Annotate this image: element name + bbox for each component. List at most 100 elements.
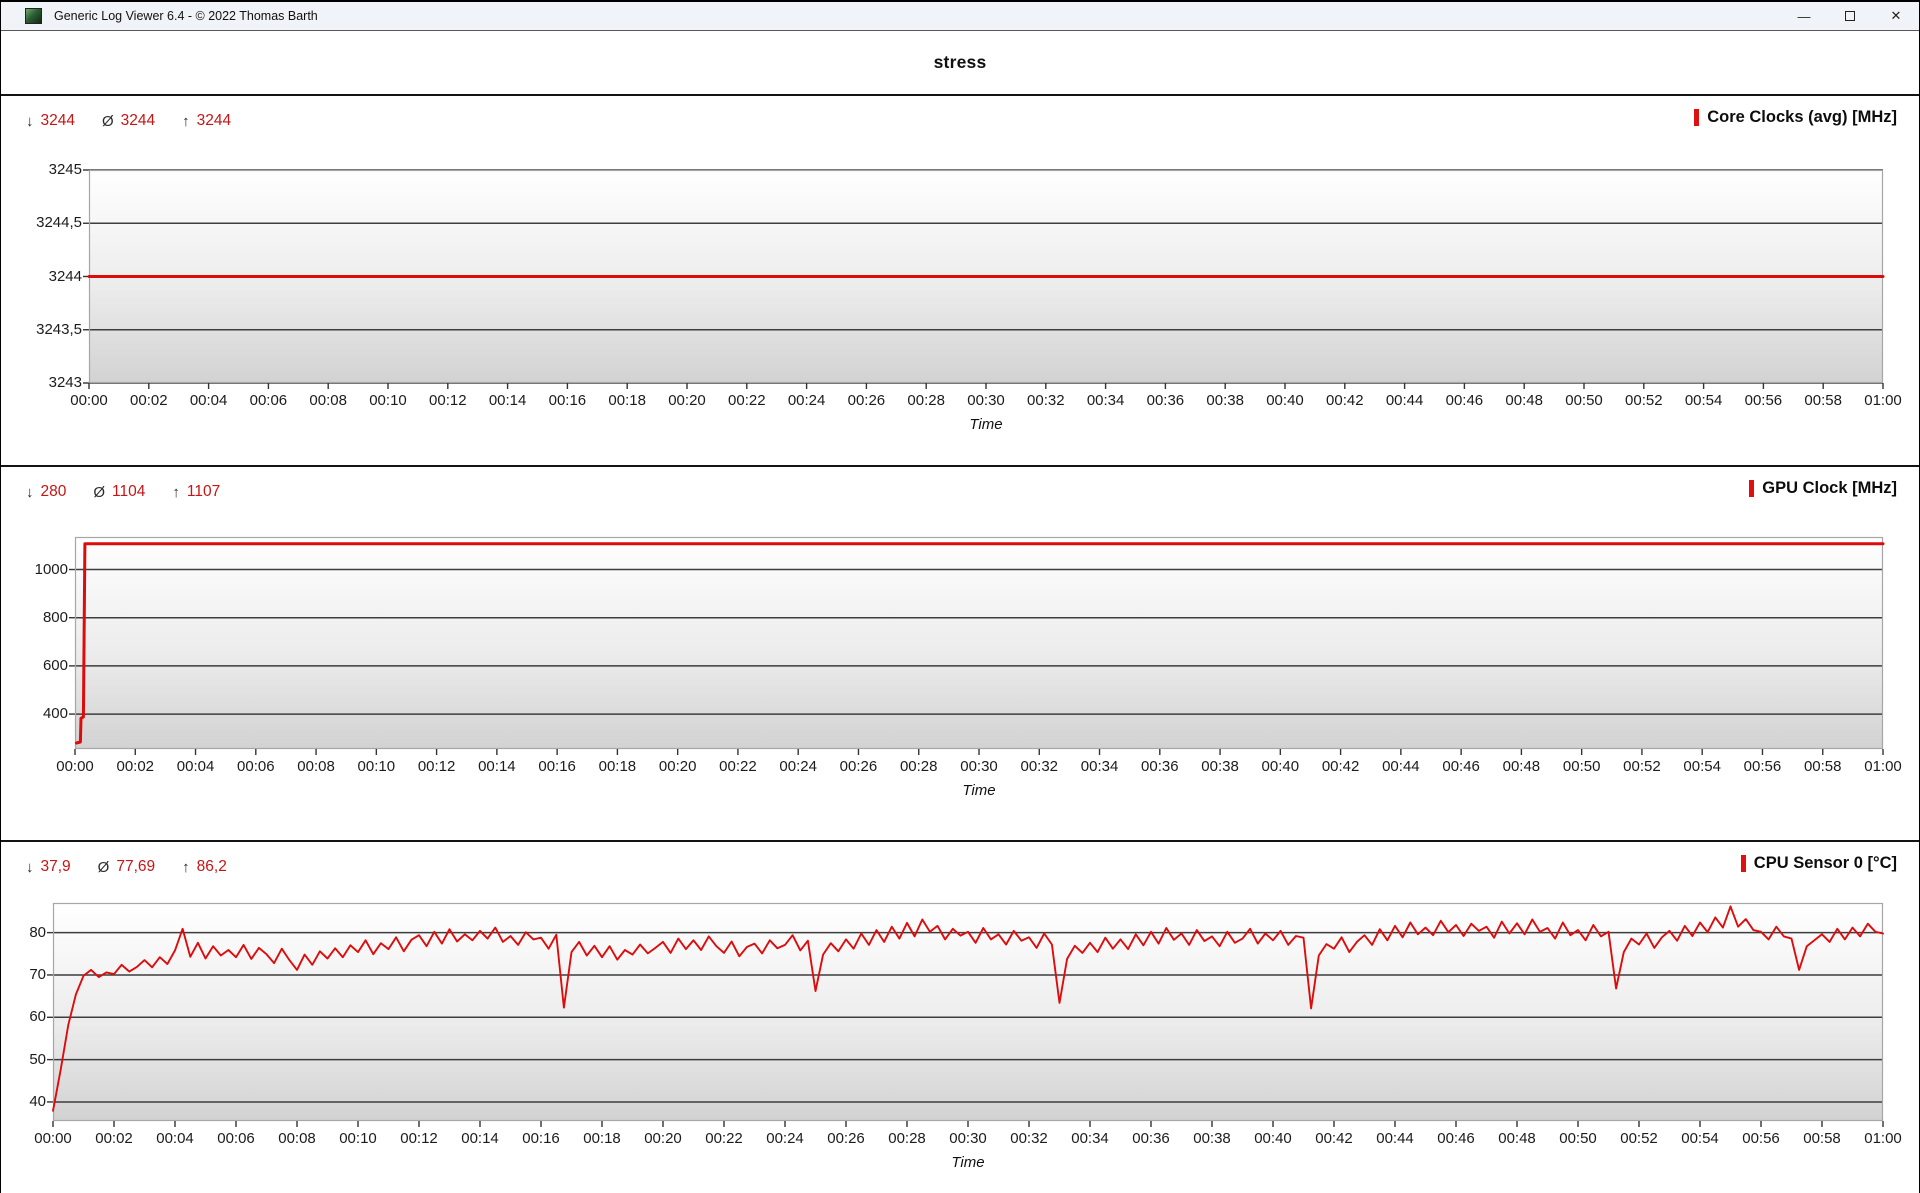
arrow-up-icon: ↑ [182, 859, 190, 876]
window-title: Generic Log Viewer 6.4 - © 2022 Thomas B… [54, 9, 318, 23]
x-tick-label: 00:12 [429, 392, 467, 409]
average-icon: Ø [98, 859, 110, 876]
series-color-marker [1741, 855, 1746, 872]
y-tick-label: 600 [43, 657, 68, 674]
chart-panel-cpu-sensor: ↓37,9 Ø 77,69 ↑86,2 CPU Sensor 0 [°C] 80 7… [1, 840, 1919, 1193]
y-tick-label: 80 [29, 924, 46, 941]
min-value: 3244 [41, 112, 75, 130]
x-tick-label: 00:22 [728, 392, 766, 409]
x-tick-label: 00:32 [1027, 392, 1065, 409]
x-tick-label: 00:12 [418, 758, 456, 775]
x-tick-label: 00:38 [1201, 758, 1239, 775]
minimize-button[interactable]: — [1781, 2, 1827, 30]
x-tick-label: 00:22 [705, 1130, 743, 1147]
x-tick-label: 00:18 [608, 392, 646, 409]
x-tick-label: 00:46 [1437, 1130, 1475, 1147]
x-tick-label: 00:20 [659, 758, 697, 775]
x-tick-label: 00:36 [1132, 1130, 1170, 1147]
x-tick-label: 00:24 [779, 758, 817, 775]
max-stat: ↑1107 [172, 483, 220, 501]
x-tick-label: 00:06 [217, 1130, 255, 1147]
x-tick-label: 00:26 [840, 758, 878, 775]
x-axis-title: Time [89, 416, 1883, 433]
x-tick-label: 00:16 [538, 758, 576, 775]
average-icon: Ø [93, 484, 105, 501]
legend-label: CPU Sensor 0 [°C] [1754, 854, 1897, 873]
window-controls: — ✕ [1781, 2, 1919, 30]
x-tick-label: 00:44 [1382, 758, 1420, 775]
max-stat: ↑86,2 [182, 858, 227, 876]
y-tick-label: 3245 [49, 161, 82, 178]
x-tick-label: 00:38 [1206, 392, 1244, 409]
x-tick-label: 00:26 [827, 1130, 865, 1147]
x-tick-label: 00:46 [1446, 392, 1484, 409]
stats-row: ↓37,9 Ø 77,69 ↑86,2 [26, 858, 227, 876]
x-tick-label: 00:08 [278, 1130, 316, 1147]
y-axis-labels: 32453244,532443243,53243 [1, 170, 89, 383]
legend: GPU Clock [MHz] [1749, 479, 1897, 498]
legend: CPU Sensor 0 [°C] [1741, 854, 1897, 873]
plot-area[interactable] [75, 537, 1883, 749]
x-tick-label: 00:32 [1010, 1130, 1048, 1147]
max-value: 3244 [197, 112, 231, 130]
chart-panel-core-clocks: ↓3244 Ø3244 ↑3244 Core Clocks (avg) [MHz… [1, 94, 1919, 465]
maximize-button[interactable] [1827, 2, 1873, 30]
avg-value: 3244 [121, 112, 155, 130]
x-tick-label: 00:50 [1559, 1130, 1597, 1147]
x-tick-label: 00:14 [461, 1130, 499, 1147]
app-icon [25, 8, 42, 24]
close-button[interactable]: ✕ [1873, 2, 1919, 30]
x-tick-label: 00:28 [900, 758, 938, 775]
x-tick-label: 00:14 [478, 758, 516, 775]
y-tick-label: 3243 [49, 374, 82, 391]
x-axis-labels: 00:0000:0200:0400:0600:0800:1000:1200:14… [89, 392, 1883, 412]
x-tick-label: 00:40 [1254, 1130, 1292, 1147]
y-tick-label: 40 [29, 1093, 46, 1110]
x-tick-label: 00:28 [907, 392, 945, 409]
x-tick-label: 00:08 [297, 758, 335, 775]
min-value: 280 [41, 483, 67, 501]
min-stat: ↓37,9 [26, 858, 71, 876]
max-value: 1107 [187, 483, 220, 501]
y-axis-labels: 1000800600400 [1, 537, 75, 749]
x-tick-label: 00:46 [1442, 758, 1480, 775]
x-axis-title: Time [53, 1154, 1883, 1171]
plot-area[interactable] [53, 903, 1883, 1121]
legend: Core Clocks (avg) [MHz] [1694, 108, 1897, 127]
x-tick-label: 00:02 [130, 392, 168, 409]
avg-stat: Ø1104 [93, 483, 145, 501]
x-tick-label: 00:02 [116, 758, 154, 775]
x-tick-label: 00:04 [190, 392, 228, 409]
x-tick-label: 00:48 [1505, 392, 1543, 409]
x-tick-label: 01:00 [1864, 758, 1902, 775]
plot-area[interactable] [89, 170, 1883, 383]
x-tick-label: 00:26 [848, 392, 886, 409]
x-tick-label: 00:00 [56, 758, 94, 775]
avg-stat: Ø 77,69 [98, 858, 155, 876]
title-bar[interactable]: Generic Log Viewer 6.4 - © 2022 Thomas B… [1, 0, 1919, 31]
avg-value: 77,69 [116, 858, 155, 876]
y-tick-label: 50 [29, 1051, 46, 1068]
x-axis-labels: 00:0000:0200:0400:0600:0800:1000:1200:14… [53, 1130, 1883, 1150]
x-tick-label: 00:30 [967, 392, 1005, 409]
legend-label: Core Clocks (avg) [MHz] [1707, 108, 1897, 127]
x-tick-label: 00:40 [1262, 758, 1300, 775]
y-tick-label: 70 [29, 966, 46, 983]
x-tick-label: 00:22 [719, 758, 757, 775]
x-tick-label: 00:36 [1141, 758, 1179, 775]
x-tick-label: 00:00 [34, 1130, 72, 1147]
x-tick-label: 00:04 [177, 758, 215, 775]
series-color-marker [1749, 480, 1754, 497]
chart-panel-gpu-clock: ↓280 Ø1104 ↑1107 GPU Clock [MHz] 1000800… [1, 465, 1919, 840]
x-tick-label: 00:42 [1315, 1130, 1353, 1147]
arrow-down-icon: ↓ [26, 859, 34, 876]
max-stat: ↑3244 [182, 112, 231, 130]
x-tick-label: 00:48 [1503, 758, 1541, 775]
y-tick-label: 3244 [49, 268, 82, 285]
maximize-icon [1845, 11, 1855, 21]
x-tick-label: 00:08 [309, 392, 347, 409]
page-header: stress [1, 31, 1919, 94]
x-tick-label: 00:10 [339, 1130, 377, 1147]
x-tick-label: 00:38 [1193, 1130, 1231, 1147]
average-icon: Ø [102, 113, 114, 130]
